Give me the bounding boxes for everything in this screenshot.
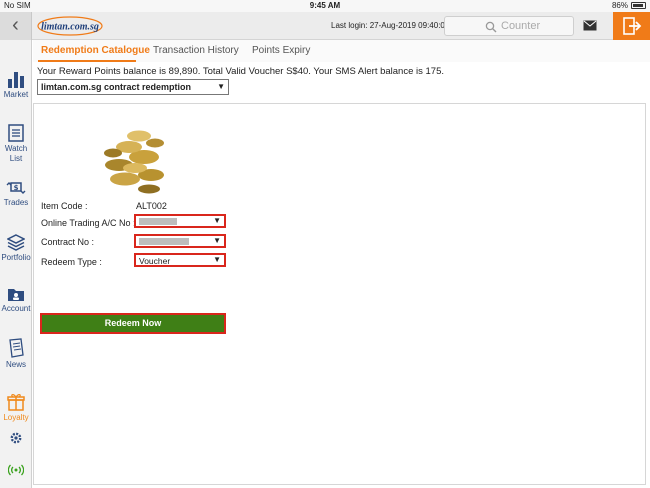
sidebar-item-loyalty[interactable]: Loyalty <box>0 393 32 423</box>
active-tab-indicator <box>38 60 136 62</box>
chevron-left-icon: ‹ <box>12 14 19 36</box>
sidebar-item-label: Watch List <box>4 144 28 163</box>
item-code-value: ALT002 <box>136 201 167 211</box>
sidebar-item-label: Loyalty <box>3 413 29 422</box>
redeem-type-select[interactable]: Voucher ▼ <box>134 253 226 267</box>
redeem-type-label: Redeem Type : <box>41 257 102 267</box>
limtan-logo: limtan.com.sg <box>37 16 103 36</box>
svg-text:limtan.com.sg: limtan.com.sg <box>41 22 99 33</box>
sidebar: Market Watch List $ Trades Portfolio Acc… <box>0 40 32 488</box>
balance-text: Your Reward Points balance is 89,890. To… <box>37 66 445 77</box>
search-icon <box>485 21 497 33</box>
masked-account-value <box>139 218 177 225</box>
sidebar-item-trades[interactable]: $ Trades <box>0 180 32 208</box>
loyalty-tabs: Redemption Catalogue Transaction History… <box>33 40 650 62</box>
masked-contract-value <box>139 238 189 245</box>
sidebar-item-account[interactable]: Account <box>0 286 32 314</box>
last-login-text: Last login: 27-Aug-2019 09:40:08 <box>331 21 450 30</box>
contract-label: Contract No : <box>41 237 95 247</box>
sidebar-item-portfolio[interactable]: Portfolio <box>0 233 32 263</box>
coins-image <box>99 113 167 196</box>
trades-icon: $ <box>6 182 26 194</box>
tab-redemption-catalogue[interactable]: Redemption Catalogue <box>41 45 150 56</box>
dropdown-arrow-icon: ▼ <box>213 216 221 225</box>
catalogue-select-value: limtan.com.sg contract redemption <box>41 82 192 92</box>
layers-icon <box>7 234 25 251</box>
battery-icon <box>631 2 646 9</box>
catalogue-select[interactable]: limtan.com.sg contract redemption ▼ <box>37 79 229 95</box>
gift-icon <box>7 394 25 411</box>
account-select[interactable]: ▼ <box>134 214 226 228</box>
dropdown-arrow-icon: ▼ <box>213 236 221 245</box>
sidebar-item-label: Market <box>3 90 29 99</box>
sidebar-item-label: Portfolio <box>1 253 31 262</box>
redeem-now-button[interactable]: Redeem Now <box>40 313 226 334</box>
contract-select[interactable]: ▼ <box>134 234 226 248</box>
folder-icon <box>8 289 24 301</box>
status-bar: No SIM 9:45 AM 86% <box>0 0 650 12</box>
counter-search-input[interactable]: Counter <box>444 16 574 36</box>
signal-icon <box>8 464 24 476</box>
clock: 9:45 AM <box>309 1 341 10</box>
battery-percent: 86% <box>611 1 628 10</box>
sidebar-item-label: Trades <box>3 198 29 207</box>
app-header: ‹ limtan.com.sg Last login: 27-Aug-2019 … <box>0 12 650 40</box>
connection-status <box>0 464 32 478</box>
logout-button[interactable] <box>613 12 650 40</box>
dropdown-arrow-icon: ▼ <box>217 82 225 91</box>
sidebar-item-watchlist[interactable]: Watch List <box>0 124 32 164</box>
tab-transaction-history[interactable]: Transaction History <box>153 45 239 56</box>
tab-points-expiry[interactable]: Points Expiry <box>252 45 310 56</box>
sidebar-item-label: Account <box>1 304 31 313</box>
news-icon <box>9 338 24 358</box>
redeem-type-value: Voucher <box>139 256 171 266</box>
logout-icon <box>623 17 642 35</box>
search-placeholder: Counter <box>501 20 541 32</box>
list-icon <box>8 124 24 142</box>
mail-icon[interactable] <box>583 20 597 31</box>
settings-button[interactable] <box>0 431 32 447</box>
gear-icon <box>10 432 22 444</box>
sidebar-item-label: News <box>5 360 26 369</box>
account-label: Online Trading A/C No : <box>41 218 136 228</box>
svg-text:$: $ <box>14 184 19 192</box>
sidebar-item-market[interactable]: Market <box>0 70 32 100</box>
item-code-label: Item Code : <box>41 201 88 211</box>
bar-chart-icon <box>8 72 24 88</box>
sidebar-item-news[interactable]: News <box>0 338 32 370</box>
dropdown-arrow-icon: ▼ <box>213 255 221 264</box>
back-button[interactable]: ‹ <box>0 12 32 40</box>
